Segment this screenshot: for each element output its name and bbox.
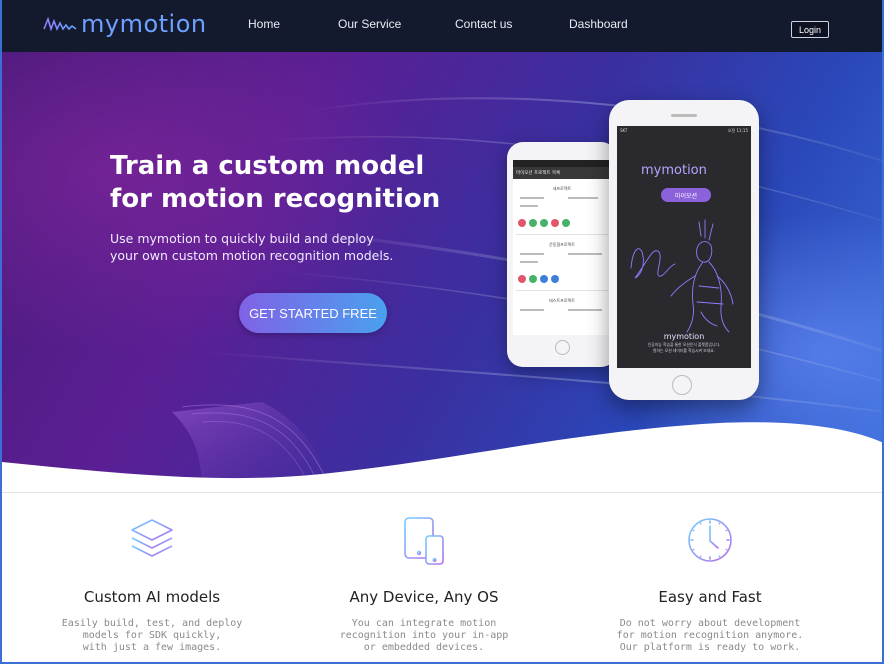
hero-bottom-wave: [2, 422, 882, 492]
brand-logo[interactable]: mymotion: [42, 10, 207, 38]
app-logo: mymotion: [641, 163, 707, 178]
feature-easy-and-fast: Easy and Fast Do not worry about develop…: [580, 512, 840, 654]
phone-back-screen: 마이모션 프로젝트 목록 새프로젝트 운동협프로젝트 테스트프로젝트: [513, 160, 611, 335]
phone-footer-brand: mymotion: [663, 332, 705, 341]
top-navbar: mymotion Home Our Service Contact us Das…: [2, 0, 882, 52]
nav-our-service[interactable]: Our Service: [338, 17, 401, 31]
phone-mockup-back: 마이모션 프로젝트 목록 새프로젝트 운동협프로젝트 테스트프로젝트: [507, 142, 617, 367]
layers-icon: [131, 519, 173, 557]
hero-subtitle: Use mymotion to quickly build and deploy…: [110, 230, 410, 264]
feature-desc-line: Do not worry about development: [619, 618, 801, 629]
feature-title: Custom AI models: [83, 588, 221, 606]
feature-description: Easily build, test, and deploy models fo…: [22, 618, 282, 654]
section-divider: [2, 492, 882, 493]
nav-contact-us[interactable]: Contact us: [455, 17, 512, 31]
wave-logo-icon: [43, 16, 77, 32]
hero-subtitle-line-2: your own custom motion recognition model…: [110, 248, 394, 263]
project-card: 새프로젝트: [516, 183, 608, 235]
project-card: 운동협프로젝트: [516, 239, 608, 291]
feature-description: You can integrate motion recognition int…: [294, 618, 554, 654]
hero-title-line-1: Train a custom model: [110, 151, 425, 181]
login-button[interactable]: Login: [791, 21, 829, 38]
feature-desc-line: You can integrate motion: [351, 618, 497, 629]
feature-desc-line: models for SDK quickly,: [82, 630, 222, 641]
feature-title: Any Device, Any OS: [349, 588, 499, 606]
phone-back-home-button: [555, 340, 570, 355]
feature-desc-line: Easily build, test, and deploy: [61, 618, 243, 629]
motion-tags: [518, 275, 559, 283]
clock-icon: [688, 518, 732, 562]
page-frame: mymotion Home Our Service Contact us Das…: [0, 0, 884, 664]
phone-statusbar: SKT 오전 11:15: [617, 126, 751, 136]
feature-title: Easy and Fast: [658, 588, 762, 606]
feature-desc-line: with just a few images.: [82, 642, 222, 653]
phone-speaker: [671, 114, 697, 117]
devices-icon: [404, 517, 444, 565]
project-card: 테스트프로젝트: [516, 295, 608, 335]
phone-mockup-front: SKT 오전 11:15 mymotion 마이모션 mymotion 인공지능…: [609, 100, 759, 400]
feature-desc-line: recognition into your in-app: [339, 630, 509, 641]
get-started-button[interactable]: GET STARTED FREE: [239, 293, 387, 333]
feature-desc-line: for motion recognition anymore.: [616, 630, 804, 641]
status-time: 오전 11:15: [727, 128, 748, 133]
project-card-title: 새프로젝트: [552, 186, 572, 191]
phone-screen-footer: mymotion 인공지능 학습을 통한 모션인식 플랫폼입니다. 원하는 모션…: [617, 332, 751, 354]
phone-back-statusbar: [513, 160, 611, 167]
hero-title-line-2: for motion recognition: [110, 184, 441, 214]
motion-tags: [518, 219, 570, 227]
phone-back-header: 마이모션 프로젝트 목록: [513, 167, 611, 179]
phone-front-home-button: [672, 375, 692, 395]
feature-any-device: Any Device, Any OS You can integrate mot…: [294, 512, 554, 654]
phone-front-screen: SKT 오전 11:15 mymotion 마이모션 mymotion 인공지능…: [617, 126, 751, 368]
brand-name: mymotion: [81, 10, 207, 38]
phone-footer-line-2: 원하는 모션 데이터를 학습시켜 보세요.: [653, 348, 715, 353]
hero-section: Train a custom model for motion recognit…: [2, 52, 882, 492]
nav-dashboard[interactable]: Dashboard: [569, 17, 628, 31]
hero-subtitle-line-1: Use mymotion to quickly build and deploy: [110, 231, 374, 246]
feature-description: Do not worry about development for motio…: [580, 618, 840, 654]
status-carrier: SKT: [620, 128, 628, 133]
app-mymotion-button: 마이모션: [661, 188, 711, 202]
feature-custom-ai-models: Custom AI models Easily build, test, and…: [22, 512, 282, 654]
nav-home[interactable]: Home: [248, 17, 280, 31]
feature-desc-line: Our platform is ready to work.: [619, 642, 801, 653]
hero-title: Train a custom model for motion recognit…: [110, 150, 440, 216]
person-sketch-illustration: [630, 219, 734, 333]
project-card-title: 운동협프로젝트: [549, 242, 575, 247]
project-card-title: 테스트프로젝트: [549, 298, 575, 303]
feature-desc-line: or embedded devices.: [363, 642, 485, 653]
